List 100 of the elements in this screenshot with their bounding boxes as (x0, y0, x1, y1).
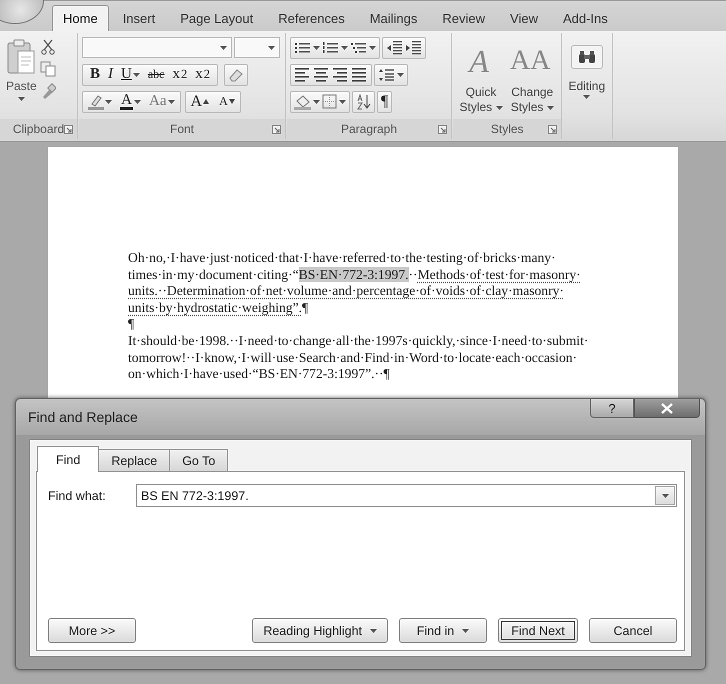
highlighter-icon (88, 94, 104, 110)
caret-icon (268, 46, 275, 50)
increase-indent-icon[interactable] (405, 40, 422, 54)
caret-icon (168, 100, 174, 104)
group-label: Clipboard (12, 122, 64, 136)
caret-icon (662, 494, 668, 498)
dialog-tab[interactable]: Replace (98, 449, 170, 471)
change-styles-button[interactable]: AA Change Styles (506, 35, 558, 117)
scissors-icon[interactable] (40, 39, 56, 55)
dialog-launcher-icon[interactable] (548, 125, 558, 134)
caret-icon (341, 46, 348, 50)
dialog-launcher-icon[interactable] (438, 125, 447, 134)
numbering-icon[interactable] (322, 40, 339, 54)
dialog-button[interactable]: More >> (48, 618, 136, 643)
ribbon-tab[interactable]: Insert (112, 5, 166, 31)
caret-icon (369, 46, 376, 50)
document-text: It·should·be·1998.··I·need·to·change·all·the·1997s·quickly,·since·I·need·to·submit· (128, 332, 588, 348)
down-triangle-icon (228, 99, 235, 104)
line-spacing-icon (378, 68, 395, 82)
menu-button[interactable]: Reading Highlight (252, 618, 388, 643)
align-left-icon[interactable] (294, 68, 311, 82)
shrink-font-button[interactable]: A (217, 90, 237, 112)
field-label: Find what: (48, 488, 107, 502)
document-text: on·which·I·have·used·“BS·EN·772-3:1997”.··¶ (128, 366, 390, 382)
caret-icon (220, 46, 227, 50)
copy-icon[interactable] (40, 61, 56, 77)
highlighted-text: BS·EN·772-3:1997. (298, 266, 409, 282)
caret-icon (546, 106, 554, 110)
caret-icon (313, 46, 320, 50)
dialog-tab[interactable]: Go To (169, 449, 228, 471)
caret-icon (397, 72, 404, 76)
ribbon-tab[interactable]: Home (52, 5, 109, 31)
change-case-button[interactable]: Aa (147, 90, 176, 112)
grow-font-button[interactable]: A (188, 90, 212, 112)
close-button[interactable] (634, 399, 700, 418)
caret-icon (370, 628, 377, 632)
editing-button[interactable]: Editing (566, 35, 608, 117)
multilevel-list-icon[interactable] (350, 40, 367, 54)
ribbon-tab[interactable]: Add-Ins (552, 5, 619, 31)
binoculars-icon (578, 50, 596, 64)
caret-icon (18, 97, 25, 101)
sort-icon (356, 94, 371, 110)
find-what-field[interactable]: BS EN 772-3:1997. (136, 484, 677, 507)
paste-button[interactable]: Paste (3, 35, 40, 117)
document-text: ·· (408, 266, 418, 282)
caret-icon (105, 100, 112, 104)
align-right-icon[interactable] (332, 68, 349, 82)
ribbon-tab[interactable]: References (267, 5, 356, 31)
document-text: tomorrow!··I·know,·I·will·use·Search·and·Find·in·Word·to·locate·each·occasion· (128, 350, 578, 365)
align-center-icon[interactable] (313, 68, 330, 82)
dialog-tab[interactable]: Find (37, 446, 100, 472)
ribbon-tab[interactable]: Page Layout (169, 5, 264, 31)
decrease-indent-icon[interactable] (386, 40, 403, 54)
font-color-button[interactable]: A (118, 90, 143, 112)
font-size-field[interactable] (234, 37, 280, 58)
close-icon (661, 402, 673, 414)
ribbon-tab[interactable]: Mailings (358, 5, 428, 31)
group-label: Font (170, 122, 194, 136)
dialog-button[interactable]: Cancel (589, 618, 677, 643)
group-label: Styles (490, 122, 524, 136)
help-button[interactable]: ? (590, 399, 634, 418)
caret-icon (496, 106, 503, 110)
document-text: Oh·no,·I·have·just·noticed·that·I·have·referred·to·the·testing·of·bricks·many· (128, 250, 556, 265)
ribbon-tab[interactable]: Review (431, 5, 496, 31)
document-text: times·in·my·document·citing·“ (128, 266, 299, 282)
quick-styles-button[interactable]: A Quick Styles (456, 35, 506, 117)
caret-icon (132, 72, 140, 76)
dialog-title: Find and Replace (28, 409, 138, 425)
font-name-field[interactable] (82, 37, 232, 58)
caret-icon (134, 100, 141, 104)
bold-button[interactable]: B (88, 64, 102, 86)
document-text: ¶ (302, 300, 308, 315)
sort-button[interactable] (352, 90, 375, 112)
grammar-marked-text: Methods·of·test·for·masonry· (418, 266, 581, 282)
underline-button[interactable]: U (119, 64, 142, 86)
caret-icon (313, 100, 320, 104)
strikethrough-button[interactable]: abc (146, 64, 167, 86)
italic-button[interactable]: I (106, 64, 116, 86)
borders-icon[interactable] (322, 94, 337, 109)
grammar-marked-text: units.··Determination·of·net·volume·and·percentage·of·voids·of·clay·masonry· (128, 283, 564, 298)
line-spacing-button[interactable] (374, 64, 408, 86)
up-triangle-icon (203, 99, 210, 104)
grammar-marked-text: units·by·hydrostatic·weighing”. (128, 300, 302, 315)
group-label: Paragraph (340, 122, 398, 136)
caret-icon (462, 628, 470, 632)
paint-bucket-icon[interactable] (294, 94, 311, 110)
paste-icon (6, 39, 36, 75)
clear-formatting-button[interactable] (224, 64, 248, 86)
dropdown-button[interactable] (655, 486, 675, 505)
dialog-launcher-icon[interactable] (64, 125, 73, 134)
default-button[interactable]: Find Next (498, 618, 578, 643)
menu-button[interactable]: Find in (399, 618, 487, 643)
eraser-icon (228, 68, 244, 82)
ribbon-tab[interactable]: View (499, 5, 549, 31)
bullets-icon[interactable] (294, 40, 311, 54)
show-marks-button[interactable]: ¶ (377, 90, 392, 112)
justify-icon[interactable] (351, 68, 368, 82)
caret-icon (339, 100, 346, 104)
document-text: ¶ (128, 316, 134, 332)
dialog-launcher-icon[interactable] (272, 125, 281, 134)
